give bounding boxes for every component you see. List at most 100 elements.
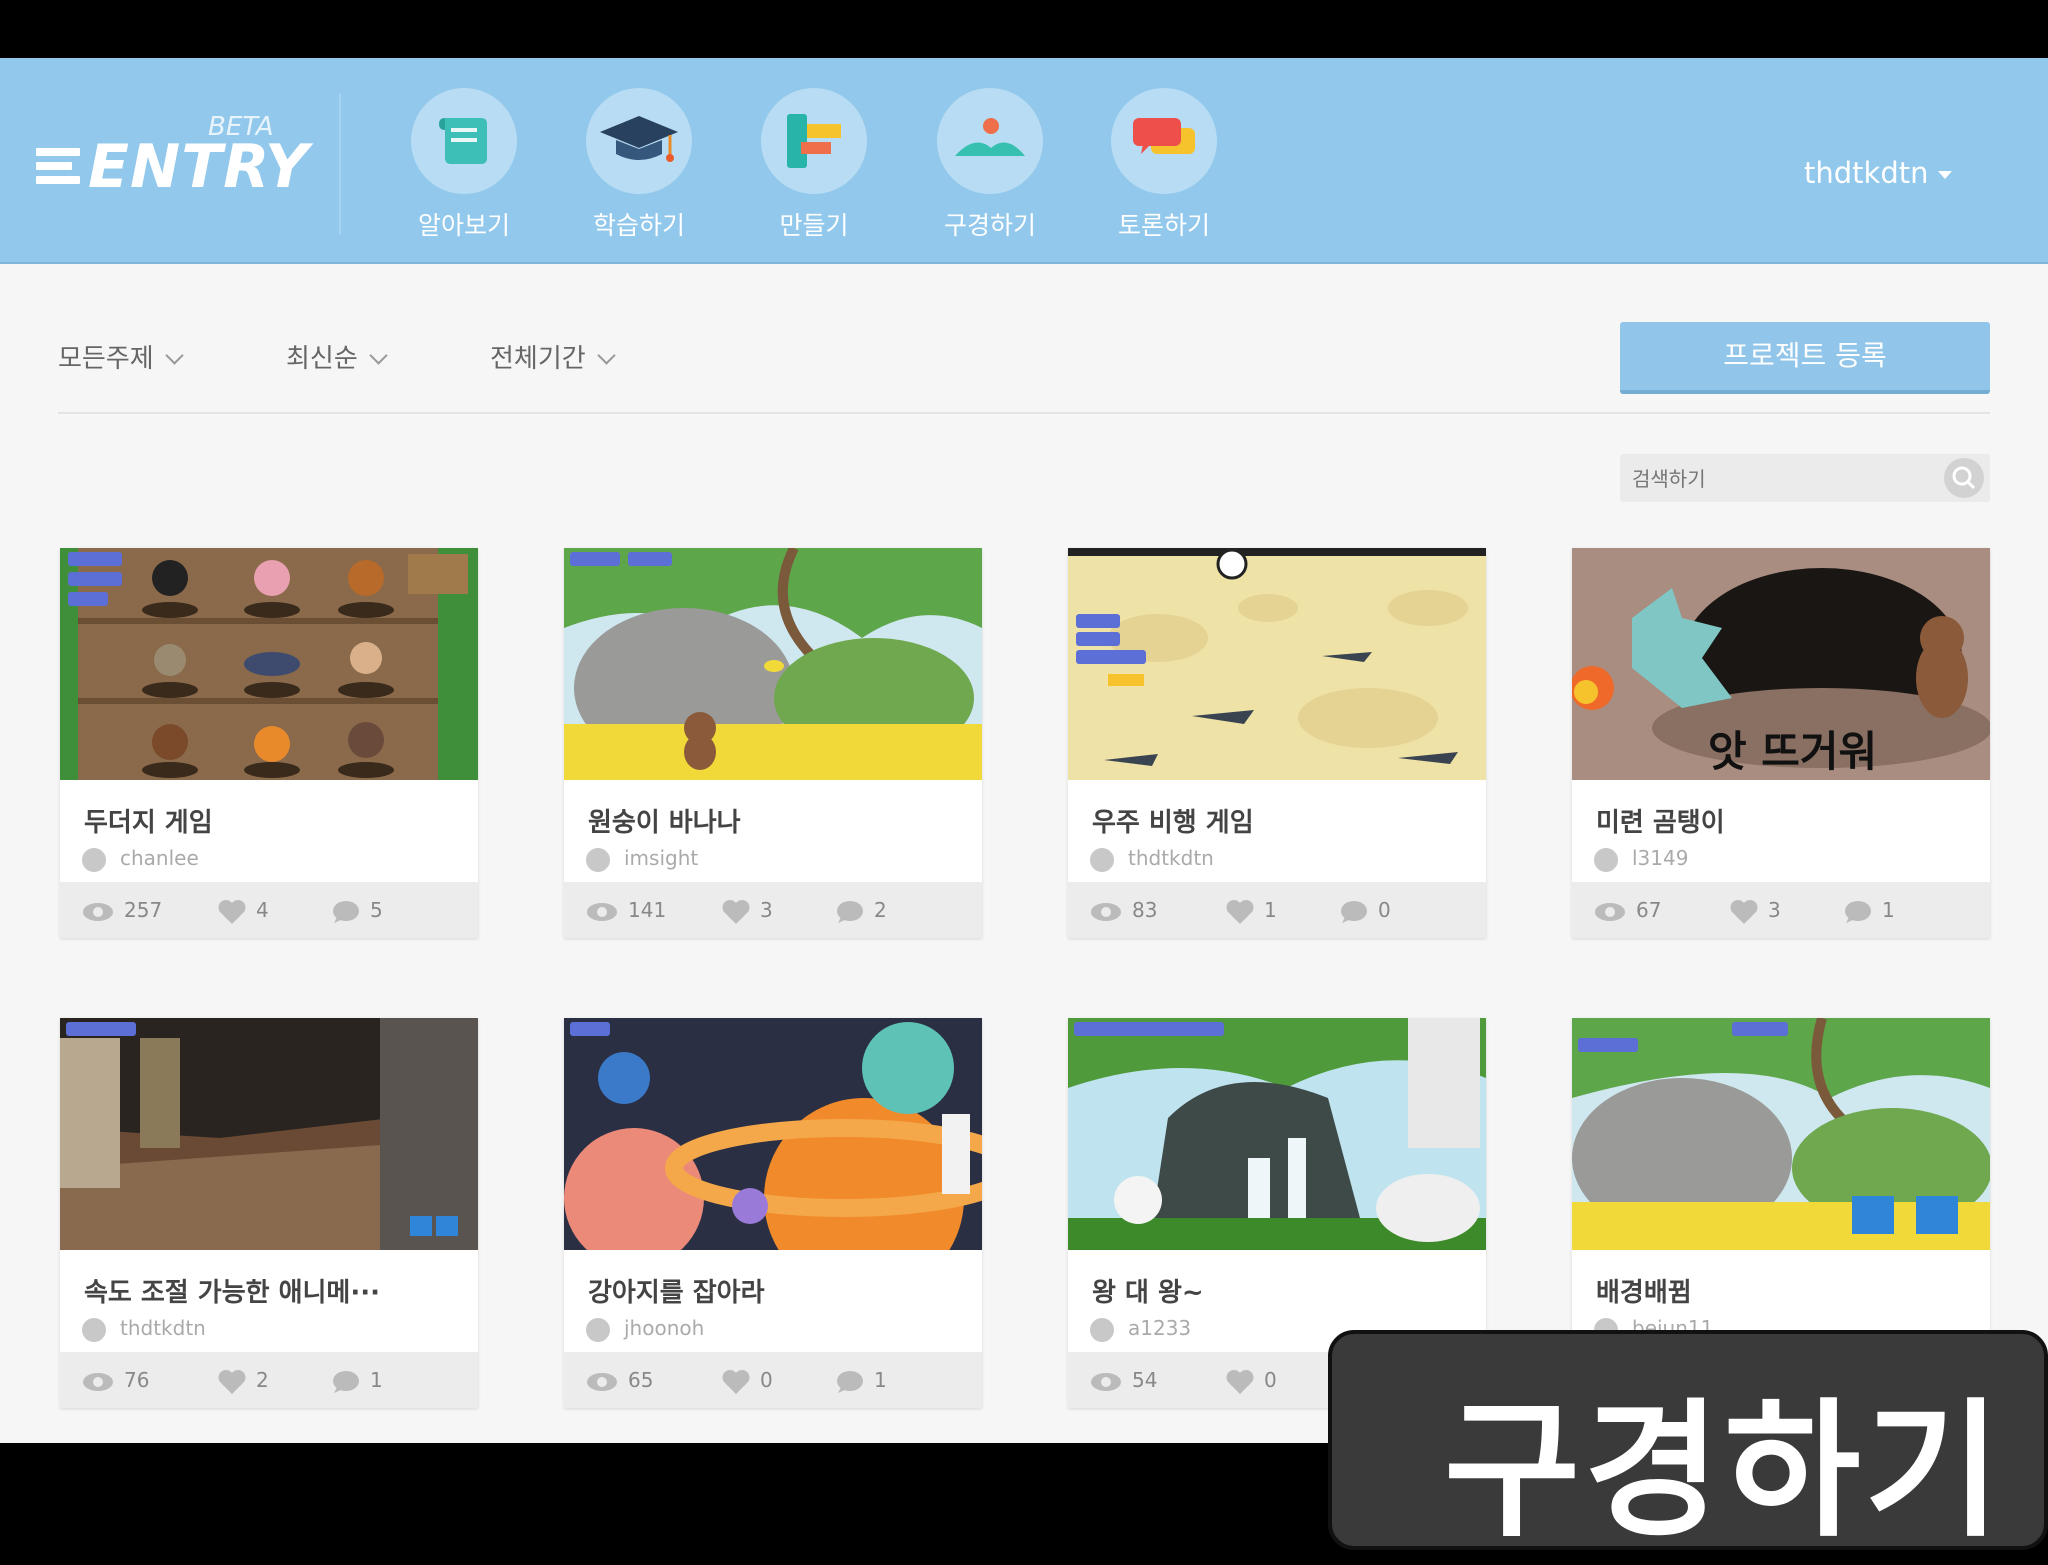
author-name: imsight: [624, 846, 699, 870]
entry-logo[interactable]: ENTRY BETA: [30, 110, 308, 202]
views-stat: 141: [586, 898, 666, 922]
project-author[interactable]: chanlee: [82, 846, 199, 872]
top-navigation-bar: ENTRY BETA 알아보기 학습하기 만들기 구경하기 토론하기 thdtk…: [0, 58, 2048, 264]
comment-icon: [333, 900, 359, 923]
eye-icon: [587, 902, 617, 921]
sort-filter-dropdown[interactable]: 최신순: [286, 338, 388, 375]
caret-down-icon: [1938, 171, 1953, 179]
project-author[interactable]: jhoonoh: [586, 1316, 704, 1342]
project-card[interactable]: 두더지 게임 chanlee 257 4 5: [60, 548, 478, 938]
project-card[interactable]: 강아지를 잡아라 jhoonoh 65 0 1: [564, 1018, 982, 1408]
likes-stat: 0: [722, 1368, 773, 1395]
project-stats: 141 3 2: [564, 882, 982, 938]
picture-icon: [937, 88, 1043, 194]
chevron-down-icon: [369, 346, 388, 365]
project-author[interactable]: l3149: [1594, 846, 1688, 872]
likes-count: 2: [256, 1368, 269, 1392]
views-stat: 76: [82, 1368, 149, 1392]
user-menu[interactable]: thdtkdtn: [1804, 156, 1953, 190]
project-thumbnail: [564, 548, 982, 780]
comments-count: 1: [370, 1368, 383, 1392]
avatar-icon: [1090, 1317, 1114, 1342]
project-card[interactable]: 우주 비행 게임 thdtkdtn 83 1 0: [1068, 548, 1486, 938]
author-name: thdtkdtn: [120, 1316, 206, 1340]
sort-filter-label: 최신순: [286, 344, 358, 374]
author-name: chanlee: [120, 846, 199, 870]
comments-stat: 5: [330, 898, 383, 925]
nav-item-explore[interactable]: 구경하기: [920, 88, 1060, 248]
views-count: 67: [1636, 898, 1662, 922]
author-name: jhoonoh: [624, 1316, 705, 1340]
nav-item-learn[interactable]: 학습하기: [569, 88, 709, 248]
filter-divider: [58, 412, 1990, 414]
logo-text: ENTRY: [88, 132, 310, 202]
views-stat: 67: [1594, 898, 1661, 922]
heart-icon: [722, 899, 750, 924]
username: thdtkdtn: [1804, 156, 1929, 190]
project-title: 미련 곰탱이: [1596, 808, 1725, 838]
nav-item-create[interactable]: 만들기: [744, 88, 884, 248]
likes-stat: 4: [218, 898, 269, 925]
project-author[interactable]: thdtkdtn: [82, 1316, 206, 1342]
search-box: [1620, 454, 1990, 502]
project-title: 왕 대 왕~: [1092, 1278, 1204, 1308]
likes-count: 0: [760, 1368, 773, 1392]
project-card[interactable]: 앗 뜨거워 미련 곰탱이 l3149 67 3 1: [1572, 548, 1990, 938]
search-button[interactable]: [1944, 458, 1984, 498]
comment-icon: [1845, 900, 1871, 923]
comments-count: 1: [1882, 898, 1895, 922]
project-stats: 83 1 0: [1068, 882, 1486, 938]
project-author[interactable]: thdtkdtn: [1090, 846, 1214, 872]
scroll-icon: [411, 88, 517, 194]
likes-count: 0: [1264, 1368, 1277, 1392]
project-card[interactable]: 원숭이 바나나 imsight 141 3 2: [564, 548, 982, 938]
likes-stat: 3: [1730, 898, 1781, 925]
register-project-button[interactable]: 프로젝트 등록: [1620, 322, 1990, 394]
project-thumbnail: [1068, 548, 1486, 780]
avatar-icon: [82, 847, 106, 872]
author-name: l3149: [1632, 846, 1689, 870]
avatar-icon: [1090, 847, 1114, 872]
project-stats: 67 3 1: [1572, 882, 1990, 938]
views-stat: 65: [586, 1368, 653, 1392]
logo-bars-icon: [36, 148, 80, 188]
comment-icon: [1341, 900, 1367, 923]
views-count: 76: [124, 1368, 150, 1392]
topic-filter-dropdown[interactable]: 모든주제: [58, 338, 184, 375]
comments-stat: 2: [834, 898, 887, 925]
avatar-icon: [586, 847, 610, 872]
heart-icon: [218, 899, 246, 924]
eye-icon: [587, 1372, 617, 1391]
views-count: 54: [1132, 1368, 1158, 1392]
avatar-icon: [1594, 847, 1618, 872]
likes-stat: 2: [218, 1368, 269, 1395]
avatar-icon: [82, 1317, 106, 1342]
project-stats: 65 0 1: [564, 1352, 982, 1408]
project-title: 강아지를 잡아라: [588, 1278, 765, 1308]
likes-stat: 3: [722, 898, 773, 925]
comments-count: 0: [1378, 898, 1391, 922]
nav-label: 만들기: [779, 211, 849, 240]
search-input[interactable]: [1630, 460, 1934, 498]
views-count: 65: [628, 1368, 654, 1392]
project-card[interactable]: 속도 조절 가능한 애니메··· thdtkdtn 76 2 1: [60, 1018, 478, 1408]
search-icon: [1952, 466, 1976, 490]
project-title: 속도 조절 가능한 애니메···: [84, 1278, 380, 1308]
comment-icon: [837, 1370, 863, 1393]
chevron-down-icon: [596, 346, 616, 365]
period-filter-dropdown[interactable]: 전체기간: [490, 338, 616, 375]
likes-stat: 0: [1226, 1368, 1277, 1395]
project-thumbnail: [60, 548, 478, 780]
caption-overlay-text: 구경하기: [1444, 1385, 2005, 1557]
heart-icon: [722, 1369, 750, 1394]
project-author[interactable]: imsight: [586, 846, 698, 872]
nav-item-discuss[interactable]: 토론하기: [1094, 88, 1234, 248]
period-filter-label: 전체기간: [490, 344, 586, 374]
blocks-icon: [761, 88, 867, 194]
project-stats: 257 4 5: [60, 882, 478, 938]
views-stat: 257: [82, 898, 162, 922]
views-count: 83: [1132, 898, 1158, 922]
nav-item-learn-about[interactable]: 알아보기: [394, 88, 534, 248]
project-author[interactable]: a1233: [1090, 1316, 1191, 1342]
likes-count: 1: [1264, 898, 1277, 922]
